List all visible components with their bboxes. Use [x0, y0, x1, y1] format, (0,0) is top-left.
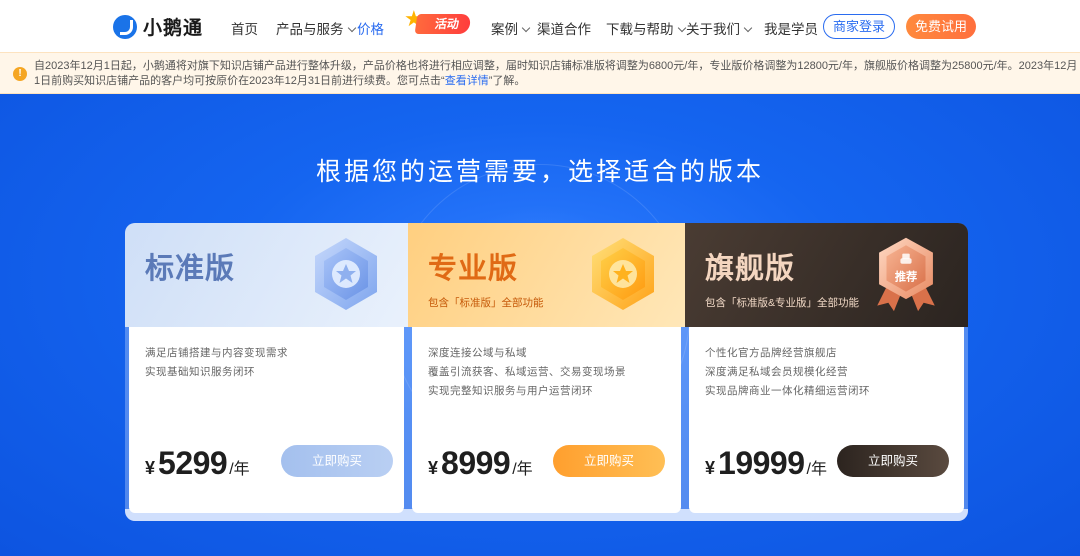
plan-price: ¥ 19999 /年: [705, 445, 827, 482]
notice-body: 自2023年12月1日起，小鹅通将对旗下知识店铺产品进行整体升级，产品价格也将进…: [34, 60, 1078, 87]
feature-list: 深度连接公域与私域 覆盖引流获客、私域运营、交易变现场景 实现完整知识服务与用户…: [428, 344, 626, 401]
star-medal-icon: [592, 238, 654, 310]
page-title: 根据您的运营需要，选择适合的版本: [315, 157, 764, 186]
plan-body: 满足店铺搭建与内容变现需求 实现基础知识服务闭环 ¥ 5299 /年 立即购买: [129, 327, 404, 513]
buy-now-button[interactable]: 立即购买: [281, 445, 393, 477]
nav-item-channel[interactable]: 渠道合作: [537, 18, 591, 38]
price-unit: /年: [512, 461, 533, 478]
price-unit: /年: [229, 461, 250, 478]
buy-now-button[interactable]: 立即购买: [553, 445, 665, 477]
price-unit: /年: [806, 461, 827, 478]
star-medal-icon: [315, 238, 377, 310]
nav-item-cases-label: 案例: [491, 22, 518, 37]
buy-now-button[interactable]: 立即购买: [837, 445, 949, 477]
pricing-cards: 标准版 满足店铺搭建与内容变现需求 实现基础知识服务闭环 ¥ 5299 /年 立…: [125, 223, 968, 521]
currency-symbol: ¥: [428, 458, 439, 478]
merchant-login-button[interactable]: 商家登录: [823, 14, 895, 39]
top-nav: 小鹅通 首页 产品与服务 价格 ★ 活动 案例 渠道合作 下载与帮助 关于我们 …: [0, 0, 1080, 52]
nav-item-home[interactable]: 首页: [231, 18, 258, 38]
nav-item-products-label: 产品与服务: [276, 22, 344, 37]
feature-item: 实现基础知识服务闭环: [145, 366, 255, 378]
chevron-down-icon: [521, 23, 531, 33]
feature-item: 深度连接公域与私域: [428, 347, 527, 359]
pricing-hero: 根据您的运营需要，选择适合的版本 标准版 满足店铺搭建与内容变现需求 实现基础知…: [0, 94, 1080, 556]
plan-card-flagship: 旗舰版 包含「标准版&专业版」全部功能 推荐 个性化官方品牌经营旗舰店 深度满足…: [685, 223, 968, 513]
price-value: 5299: [158, 445, 228, 481]
currency-symbol: ¥: [145, 458, 156, 478]
plan-price: ¥ 5299 /年: [145, 445, 250, 482]
plan-card-standard: 标准版 满足店铺搭建与内容变现需求 实现基础知识服务闭环 ¥ 5299 /年 立…: [125, 223, 408, 513]
nav-item-products[interactable]: 产品与服务: [276, 18, 356, 38]
plan-header: 旗舰版 包含「标准版&专业版」全部功能 推荐: [685, 223, 968, 327]
plan-name: 专业版: [428, 253, 519, 285]
nav-item-download-help[interactable]: 下载与帮助: [606, 18, 686, 38]
notice-suffix: ”了解。: [488, 75, 526, 87]
activity-badge-label: 活动: [414, 14, 472, 34]
nav-item-cases[interactable]: 案例: [491, 18, 531, 38]
warning-icon: !: [13, 67, 27, 81]
feature-list: 个性化官方品牌经营旗舰店 深度满足私域会员规模化经营 实现品牌商业一体化精细运营…: [705, 344, 870, 401]
plan-name: 旗舰版: [705, 253, 796, 285]
chevron-down-icon: [347, 23, 356, 33]
chevron-down-icon: [677, 23, 686, 33]
notice-banner: ! 自2023年12月1日起，小鹅通将对旗下知识店铺产品进行整体升级，产品价格也…: [0, 52, 1080, 94]
currency-symbol: ¥: [705, 458, 716, 478]
feature-item: 深度满足私域会员规模化经营: [705, 366, 848, 378]
nav-item-download-help-label: 下载与帮助: [606, 22, 674, 37]
plan-card-pro: 专业版 包含「标准版」全部功能 深度连接公域与私域 覆盖引流获客、私域运营、交易…: [408, 223, 685, 513]
feature-item: 满足店铺搭建与内容变现需求: [145, 347, 288, 359]
chevron-down-icon: [743, 23, 753, 33]
feature-item: 实现品牌商业一体化精细运营闭环: [705, 385, 870, 397]
nav-item-about[interactable]: 关于我们: [686, 18, 753, 38]
feature-item: 实现完整知识服务与用户运营闭环: [428, 385, 593, 397]
recommended-badge-label: 推荐: [895, 270, 917, 284]
logo-icon: [113, 14, 137, 39]
plan-subtitle: 包含「标准版&专业版」全部功能: [705, 297, 860, 309]
plan-price: ¥ 8999 /年: [428, 445, 533, 482]
feature-item: 覆盖引流获客、私域运营、交易变现场景: [428, 366, 626, 378]
plan-body: 深度连接公域与私域 覆盖引流获客、私域运营、交易变现场景 实现完整知识服务与用户…: [412, 327, 681, 513]
plan-header: 专业版 包含「标准版」全部功能: [408, 223, 685, 327]
price-value: 8999: [441, 445, 511, 481]
nav-item-student[interactable]: 我是学员: [764, 18, 818, 38]
recommended-medal-icon: 推荐: [877, 237, 935, 312]
logo[interactable]: 小鹅通: [113, 13, 203, 40]
plan-body: 个性化官方品牌经营旗舰店 深度满足私域会员规模化经营 实现品牌商业一体化精细运营…: [689, 327, 964, 513]
nav-item-about-label: 关于我们: [686, 22, 740, 37]
plan-name: 标准版: [145, 253, 236, 285]
nav-item-pricing[interactable]: 价格: [357, 18, 384, 38]
plan-header: 标准版: [125, 223, 408, 327]
feature-item: 个性化官方品牌经营旗舰店: [705, 347, 837, 359]
logo-text: 小鹅通: [143, 18, 204, 39]
free-trial-button[interactable]: 免费试用: [906, 14, 976, 39]
price-value: 19999: [718, 445, 805, 481]
notice-text: 自2023年12月1日起，小鹅通将对旗下知识店铺产品进行整体升级，产品价格也将进…: [34, 59, 1078, 89]
notice-details-link[interactable]: 查看详情: [445, 75, 489, 87]
activity-badge[interactable]: ★ 活动: [404, 8, 472, 34]
plan-subtitle: 包含「标准版」全部功能: [428, 297, 544, 309]
feature-list: 满足店铺搭建与内容变现需求 实现基础知识服务闭环: [145, 344, 288, 382]
